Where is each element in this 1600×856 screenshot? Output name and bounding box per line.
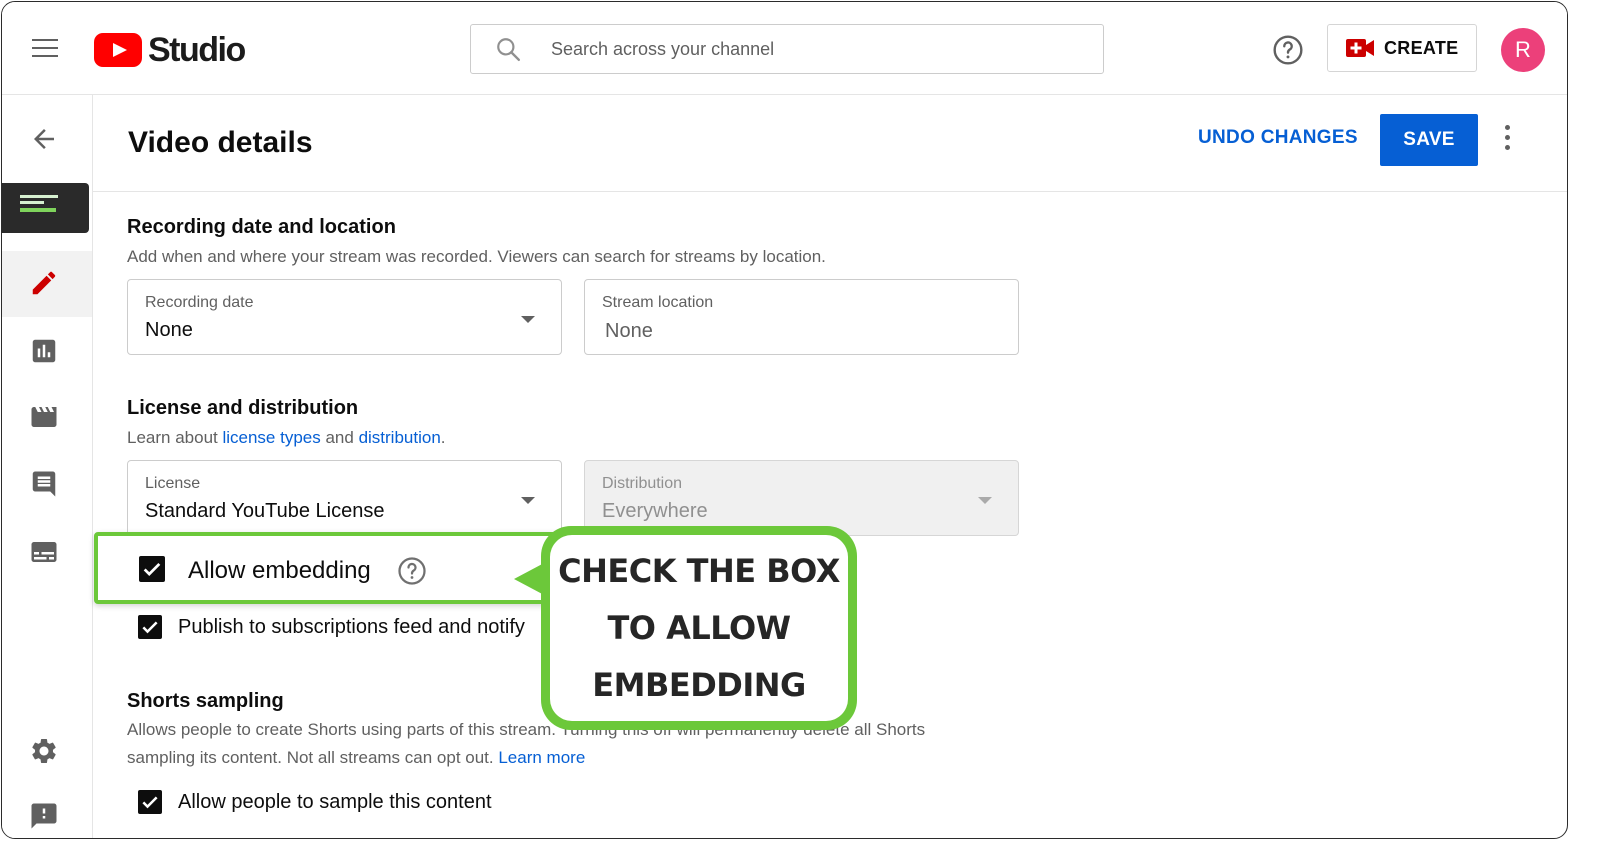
recording-date-label: Recording date: [145, 294, 254, 311]
stream-location-field[interactable]: Stream location None: [584, 279, 1019, 355]
top-header: Studio CREATE R: [2, 2, 1567, 95]
license-label: License: [145, 475, 201, 492]
checkbox-checked-icon: [143, 562, 161, 576]
back-arrow-icon[interactable]: [29, 124, 59, 154]
shorts-description-line2: sampling its content. Not all streams ca…: [127, 748, 585, 768]
allow-sampling-checkbox[interactable]: [138, 790, 162, 814]
recording-date-value: None: [145, 319, 193, 341]
callout-line-1: CHECK THE BOX: [558, 551, 840, 590]
checkbox-checked-icon: [142, 621, 158, 634]
page-title: Video details: [128, 126, 313, 159]
youtube-play-icon: [94, 33, 142, 67]
license-dropdown[interactable]: License Standard YouTube License: [127, 460, 562, 536]
distribution-label: Distribution: [602, 475, 683, 492]
create-label: CREATE: [1384, 37, 1459, 58]
learn-more-link[interactable]: Learn more: [498, 748, 585, 767]
distribution-dropdown: Distribution Everywhere: [584, 460, 1019, 536]
callout-line-3: EMBEDDING: [592, 665, 806, 704]
subtitles-icon[interactable]: [29, 537, 59, 567]
allow-sampling-label: Allow people to sample this content: [178, 791, 492, 813]
save-button[interactable]: SAVE: [1380, 114, 1478, 166]
search-bar[interactable]: [470, 24, 1104, 74]
studio-logo[interactable]: Studio: [94, 30, 246, 69]
publish-subscriptions-checkbox[interactable]: [138, 615, 162, 639]
stream-location-label: Stream location: [602, 294, 714, 311]
license-types-link[interactable]: license types: [222, 428, 320, 447]
sidebar: [2, 95, 93, 838]
callout-bubble: CHECK THE BOX TO ALLOW EMBEDDING: [541, 526, 857, 730]
undo-changes-button[interactable]: UNDO CHANGES: [1198, 127, 1358, 149]
allow-embedding-checkbox[interactable]: [139, 556, 165, 582]
dropdown-caret-icon: [978, 497, 992, 504]
search-input[interactable]: [549, 25, 1073, 73]
license-desc-prefix: Learn about: [127, 428, 223, 447]
settings-gear-icon[interactable]: [29, 736, 59, 766]
app-window: Studio CREATE R: [1, 1, 1568, 839]
create-button[interactable]: CREATE: [1327, 24, 1477, 72]
allow-embedding-label: Allow embedding: [188, 557, 371, 584]
menu-icon[interactable]: [32, 39, 58, 59]
callout-line-2: TO ALLOW: [607, 608, 791, 647]
editor-clapper-icon[interactable]: [29, 402, 59, 432]
stream-location-value: None: [605, 320, 653, 342]
edit-pencil-icon[interactable]: [29, 268, 59, 298]
dropdown-caret-icon: [521, 316, 535, 323]
license-section-title: License and distribution: [127, 397, 359, 419]
recording-date-dropdown[interactable]: Recording date None: [127, 279, 562, 355]
search-icon: [497, 38, 521, 62]
dropdown-caret-icon: [521, 497, 535, 504]
callout-inner: CHECK THE BOX TO ALLOW EMBEDDING: [550, 535, 848, 721]
feedback-icon[interactable]: [29, 801, 59, 831]
analytics-icon[interactable]: [29, 336, 59, 366]
license-value: Standard YouTube License: [145, 500, 385, 522]
shorts-desc-text: sampling its content. Not all streams ca…: [127, 748, 499, 767]
more-vert-icon[interactable]: [1501, 125, 1513, 155]
help-icon[interactable]: [1272, 34, 1304, 71]
avatar[interactable]: R: [1501, 28, 1545, 72]
comments-icon[interactable]: [29, 469, 59, 499]
callout-text: CHECK THE BOX TO ALLOW EMBEDDING: [558, 543, 840, 714]
distribution-value: Everywhere: [602, 500, 708, 522]
shorts-section-title: Shorts sampling: [127, 690, 284, 712]
license-section-description: Learn about license types and distributi…: [127, 428, 446, 448]
logo-text: Studio: [148, 30, 246, 69]
page-header: Video details UNDO CHANGES SAVE: [93, 95, 1567, 192]
allow-embedding-help-icon[interactable]: [397, 556, 427, 591]
video-thumbnail[interactable]: [2, 183, 89, 233]
recording-section-title: Recording date and location: [127, 216, 396, 238]
license-desc-mid: and: [320, 428, 359, 447]
checkbox-checked-icon: [142, 796, 158, 809]
recording-section-description: Add when and where your stream was recor…: [127, 247, 826, 266]
create-video-icon: [1346, 39, 1374, 57]
distribution-link[interactable]: distribution: [359, 428, 441, 447]
publish-subscriptions-label: Publish to subscriptions feed and notify: [178, 616, 525, 638]
license-desc-suffix: .: [440, 428, 446, 447]
